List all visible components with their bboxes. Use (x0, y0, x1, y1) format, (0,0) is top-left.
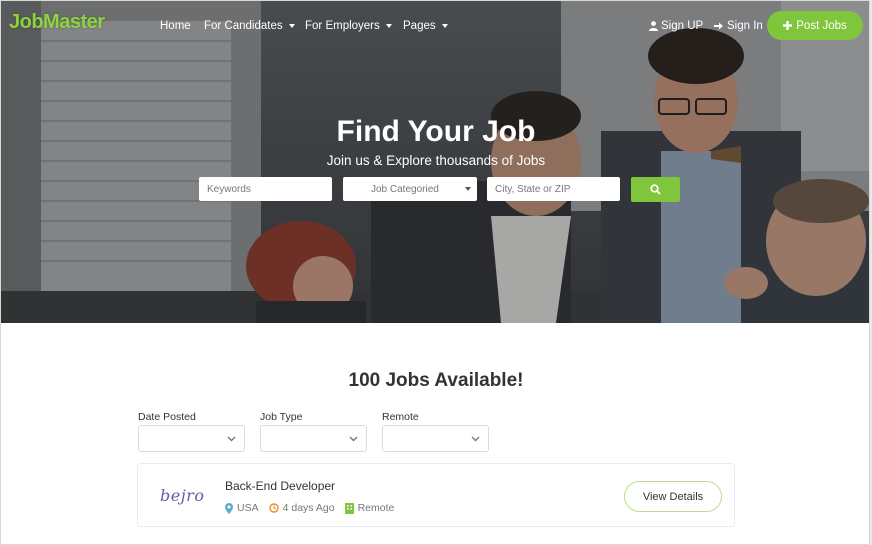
remote-select[interactable] (382, 425, 489, 452)
chevron-down-icon (349, 436, 358, 442)
filter-label-remote: Remote (382, 411, 419, 423)
location-placeholder: City, State or ZIP (495, 183, 571, 195)
filter-label-date-posted: Date Posted (138, 411, 196, 423)
date-posted-select[interactable] (138, 425, 245, 452)
hero-banner: JobMaster Home For Candidates For Employ… (1, 1, 869, 323)
keywords-placeholder: Keywords (207, 183, 251, 195)
user-icon (649, 21, 658, 31)
company-logo: bejro (160, 486, 205, 505)
post-jobs-button[interactable]: Post Jobs (767, 11, 863, 40)
post-jobs-label: Post Jobs (796, 19, 847, 32)
sign-in-icon (714, 22, 723, 30)
map-marker-icon (225, 502, 233, 514)
nav-for-candidates[interactable]: For Candidates (204, 18, 295, 34)
hero-title: Find Your Job (336, 115, 536, 148)
plus-icon (783, 21, 793, 30)
signup-link[interactable]: Sign UP (649, 18, 703, 34)
job-category-placeholder: Job Categoried (371, 183, 439, 195)
nav-home[interactable]: Home (160, 18, 191, 34)
job-category-select[interactable]: Job Categoried (343, 177, 477, 201)
job-posted-text: 4 days Ago (282, 502, 335, 514)
nav-pages[interactable]: Pages (403, 18, 448, 34)
job-type-text: Remote (357, 502, 395, 514)
clock-icon (268, 503, 279, 513)
job-listing-card[interactable]: bejro Back-End Developer USA 4 days Ago (137, 463, 735, 527)
nav-for-candidates-label: For Candidates (204, 20, 283, 32)
job-type-select[interactable] (260, 425, 367, 452)
caret-down-icon (288, 24, 295, 28)
job-location: USA (225, 502, 259, 514)
job-type: Remote (344, 502, 395, 514)
job-meta: USA 4 days Ago Remote (225, 502, 400, 514)
signin-link[interactable]: Sign In (714, 18, 763, 34)
caret-down-icon (441, 24, 448, 28)
signup-label: Sign UP (661, 20, 704, 32)
jobs-count-title: 100 Jobs Available! (348, 370, 524, 391)
chevron-down-icon (227, 436, 236, 442)
hero-subtitle: Join us & Explore thousands of Jobs (326, 153, 546, 168)
nav-for-employers-label: For Employers (305, 20, 380, 32)
nav-home-label: Home (160, 20, 191, 32)
filter-label-job-type: Job Type (260, 411, 303, 423)
view-details-button[interactable]: View Details (624, 481, 722, 512)
building-icon (344, 502, 354, 514)
location-input[interactable]: City, State or ZIP (487, 177, 620, 201)
job-posted: 4 days Ago (268, 502, 335, 514)
search-button[interactable] (631, 177, 680, 202)
caret-down-icon (385, 24, 392, 28)
nav-pages-label: Pages (403, 20, 436, 32)
chevron-down-icon (471, 436, 480, 442)
signin-label: Sign In (727, 20, 763, 32)
logo[interactable]: JobMaster (9, 11, 105, 34)
nav-for-employers[interactable]: For Employers (305, 18, 392, 34)
job-title[interactable]: Back-End Developer (225, 479, 335, 493)
search-icon (650, 184, 661, 195)
keywords-input[interactable]: Keywords (199, 177, 332, 201)
page: JobMaster Home For Candidates For Employ… (0, 0, 870, 545)
job-location-text: USA (237, 502, 259, 514)
caret-down-icon (465, 187, 471, 191)
